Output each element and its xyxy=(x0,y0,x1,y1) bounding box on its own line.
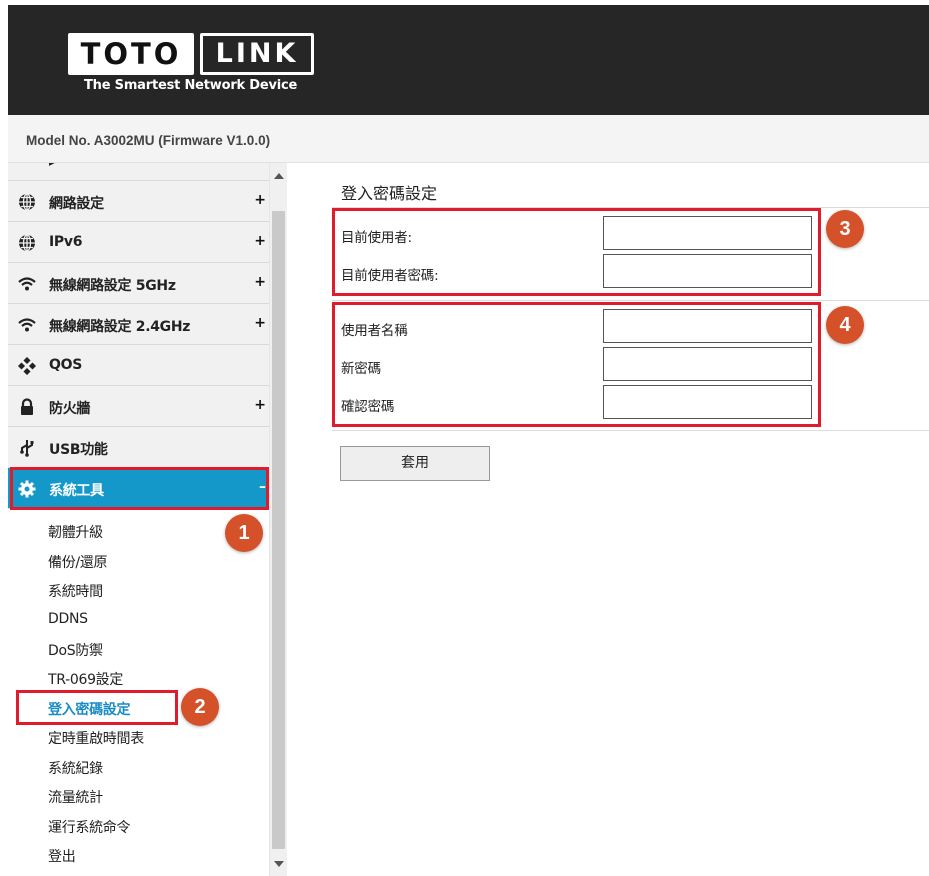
submenu-firmware-upgrade[interactable]: 韌體升級 xyxy=(48,522,103,542)
scroll-up-arrow-icon[interactable] xyxy=(274,173,284,179)
sidebar-item-usb[interactable]: USB功能 xyxy=(8,427,269,468)
divider xyxy=(332,430,929,431)
submenu-system-time[interactable]: 系統時間 xyxy=(48,581,103,601)
scroll-thumb[interactable] xyxy=(272,211,285,849)
sidebar-item-label: 網路設定 xyxy=(49,196,104,212)
expand-icon: + xyxy=(254,274,266,290)
annotation-box-current-credentials xyxy=(332,208,821,296)
expand-icon: + xyxy=(254,192,266,208)
submenu-traffic-stats[interactable]: 流量統計 xyxy=(48,787,103,807)
apply-button[interactable]: 套用 xyxy=(340,446,490,481)
annotation-box-login-password xyxy=(16,690,178,725)
sidebar-item-label: QOS xyxy=(49,357,82,373)
model-bar: Model No. A3002MU (Firmware V1.0.0) xyxy=(8,115,929,163)
annotation-badge-4: 4 xyxy=(826,306,864,344)
expand-icon: + xyxy=(254,397,266,413)
sidebar-item-label: 防火牆 xyxy=(49,401,91,417)
annotation-box-system-tools xyxy=(10,467,269,510)
submenu-logout[interactable]: 登出 xyxy=(48,846,76,866)
expand-icon: + xyxy=(254,233,266,249)
submenu-backup-restore[interactable]: 備份/還原 xyxy=(48,552,108,572)
sidebar-item-label: 無線網路設定 5GHz xyxy=(49,278,176,294)
qos-icon xyxy=(18,357,36,375)
tagline: The Smartest Network Device xyxy=(84,78,298,93)
usb-icon xyxy=(20,440,34,457)
sidebar-item-firewall[interactable]: 防火牆 + xyxy=(8,386,269,427)
model-number: Model No. A3002MU (Firmware V1.0.0) xyxy=(26,133,271,148)
annotation-badge-2: 2 xyxy=(181,688,219,726)
globe-icon xyxy=(19,193,35,211)
sidebar-item-label: IPv6 xyxy=(49,234,83,250)
page-title: 登入密碼設定 xyxy=(341,184,438,203)
sidebar-item-wireless-24g[interactable]: 無線網路設定 2.4GHz + xyxy=(8,304,269,345)
sidebar-item-wireless-5g[interactable]: 無線網路設定 5GHz + xyxy=(8,263,269,304)
wifi-icon xyxy=(18,318,36,332)
totolink-logo: TOTO LINK xyxy=(68,33,314,75)
annotation-box-new-credentials xyxy=(332,302,821,427)
sidebar-item-network[interactable]: 網路設定 + xyxy=(8,181,269,222)
sidebar-item-partial[interactable]: ▸ xyxy=(8,163,269,181)
logo-toto: TOTO xyxy=(68,33,194,75)
submenu-tr069[interactable]: TR-069設定 xyxy=(48,669,123,689)
submenu-ddns[interactable]: DDNS xyxy=(48,611,88,627)
globe-icon xyxy=(19,234,35,252)
annotation-badge-1: 1 xyxy=(225,514,263,552)
header-banner: TOTO LINK The Smartest Network Device xyxy=(8,5,929,115)
annotation-badge-3: 3 xyxy=(826,210,864,248)
submenu-reboot-schedule[interactable]: 定時重啟時間表 xyxy=(48,728,144,748)
expand-icon: + xyxy=(254,315,266,331)
submenu-dos[interactable]: DoS防禦 xyxy=(48,640,103,660)
submenu-run-command[interactable]: 運行系統命令 xyxy=(48,817,131,837)
sidebar-scrollbar[interactable] xyxy=(269,163,287,876)
scroll-down-arrow-icon[interactable] xyxy=(274,861,284,867)
logo-link: LINK xyxy=(200,33,314,75)
sidebar-item-ipv6[interactable]: IPv6 + xyxy=(8,222,269,263)
sidebar-item-label: 無線網路設定 2.4GHz xyxy=(49,319,191,335)
submenu-system-log[interactable]: 系統紀錄 xyxy=(48,758,103,778)
divider xyxy=(332,300,929,301)
lock-icon xyxy=(21,398,33,415)
wifi-icon xyxy=(18,277,36,291)
sidebar-item-qos[interactable]: QOS xyxy=(8,345,269,386)
sidebar-item-label: USB功能 xyxy=(49,442,108,458)
